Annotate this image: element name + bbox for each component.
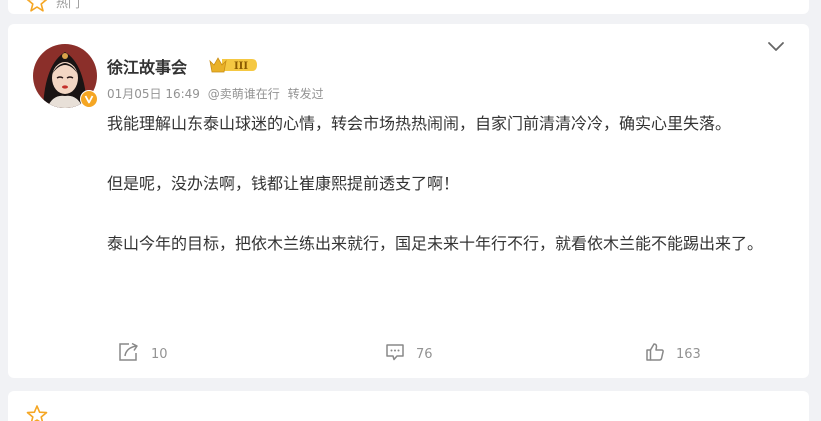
next-card-top: [8, 391, 809, 421]
previous-card-bottom: 热门: [8, 0, 809, 14]
comment-count: 76: [416, 346, 433, 362]
like-button[interactable]: 163: [645, 338, 701, 370]
level-badge-icon[interactable]: III: [208, 55, 258, 79]
verified-icon: [80, 90, 98, 108]
like-icon: [645, 342, 665, 366]
repost-count: 10: [151, 346, 168, 362]
post-paragraph: 我能理解山东泰山球迷的心情，转会市场热热闹闹，自家门前清清冷冷，确实心里失落。: [107, 114, 732, 133]
chevron-down-icon[interactable]: [766, 39, 786, 58]
repost-icon: [118, 342, 140, 366]
post-date[interactable]: 01月05日 16:49: [107, 87, 200, 101]
post-paragraph: 但是呢，没办法啊，钱都让崔康熙提前透支了啊！: [107, 174, 460, 193]
post-source[interactable]: @卖萌谁在行: [208, 87, 280, 101]
repost-button[interactable]: 10: [118, 338, 168, 370]
comment-icon: [385, 343, 405, 365]
star-icon: [26, 0, 48, 14]
hot-label: 热门: [56, 0, 81, 10]
comment-button[interactable]: 76: [385, 338, 433, 370]
post-meta: 01月05日 16:49 @卖萌谁在行 转发过: [107, 85, 328, 102]
post-actions: 10 76 163: [8, 338, 809, 370]
post-content: 我能理解山东泰山球迷的心情，转会市场热热闹闹，自家门前清清冷冷，确实心里失落。 …: [107, 110, 787, 258]
post-paragraph: 泰山今年的目标，把依木兰练出来就行，国足未来十年行不行，就看依木兰能不能踢出来了…: [107, 234, 764, 253]
like-count: 163: [676, 346, 701, 362]
level-text: III: [234, 61, 248, 72]
post-card: 徐江故事会 III 01月05日 16:49 @卖萌谁在行 转发过 我能理解山东…: [8, 24, 809, 378]
forward-label: 转发过: [287, 87, 324, 101]
author-name[interactable]: 徐江故事会: [107, 54, 187, 78]
star-icon: [26, 405, 48, 421]
author-avatar[interactable]: [33, 44, 98, 108]
